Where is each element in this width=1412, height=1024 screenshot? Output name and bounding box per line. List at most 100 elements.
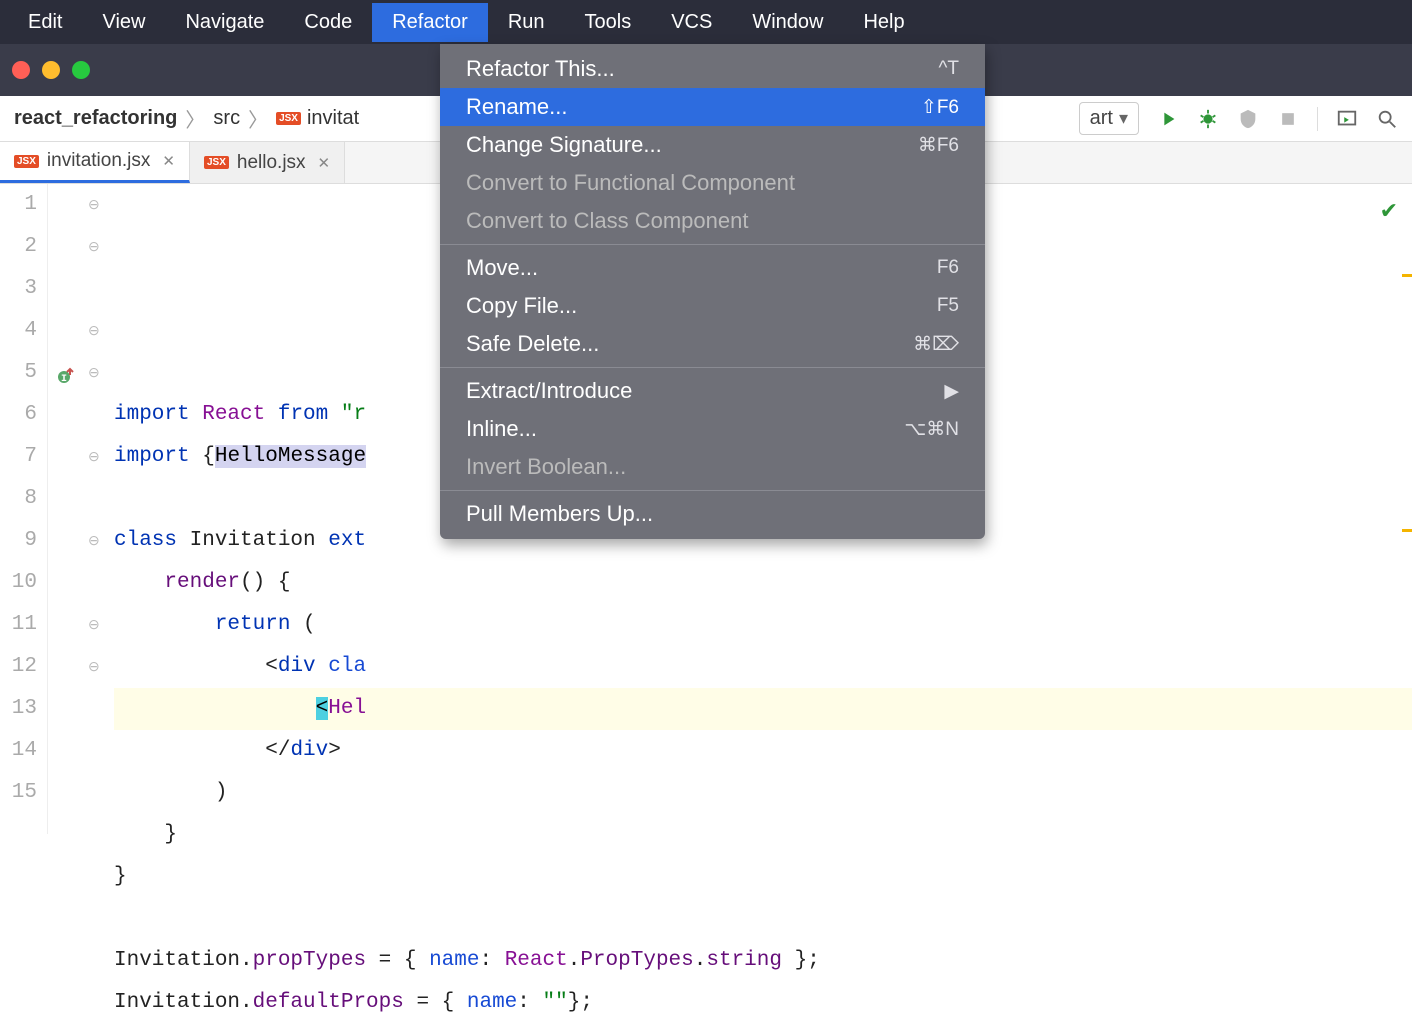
line-number[interactable]: 1 [0, 184, 37, 226]
fold-minus-icon: ⊖ [88, 368, 100, 380]
line-number[interactable]: 4 [0, 310, 37, 352]
menu-item-label: Safe Delete... [466, 331, 599, 357]
menu-item-change-signature[interactable]: Change Signature...⌘F6 [440, 126, 985, 164]
run-config-selector[interactable]: art ▾ [1079, 102, 1139, 135]
fold-minus-icon: ⊖ [88, 326, 100, 338]
run-button[interactable] [1157, 108, 1179, 130]
menu-window[interactable]: Window [732, 3, 843, 42]
window-zoom-button[interactable] [72, 61, 90, 79]
line-number[interactable]: 8 [0, 478, 37, 520]
separator [1317, 107, 1318, 131]
code-line[interactable]: Invitation.propTypes = { name: React.Pro… [114, 940, 1412, 982]
menu-edit[interactable]: Edit [8, 3, 82, 42]
inspection-status-icon[interactable]: ✔ [1380, 192, 1398, 234]
menu-code[interactable]: Code [284, 3, 372, 42]
search-button[interactable] [1376, 108, 1398, 130]
code-line[interactable] [114, 898, 1412, 940]
menu-navigate[interactable]: Navigate [165, 3, 284, 42]
fold-handle[interactable]: ⊖ [88, 436, 108, 478]
warning-marker[interactable] [1402, 529, 1412, 532]
line-number[interactable]: 2 [0, 226, 37, 268]
menu-item-safe-delete[interactable]: Safe Delete... ⌘⌦ [440, 325, 985, 363]
fold-handle [88, 562, 108, 604]
menu-help[interactable]: Help [843, 3, 924, 42]
fold-handle[interactable]: ⊖ [88, 646, 108, 688]
line-number[interactable]: 6 [0, 394, 37, 436]
debug-button[interactable] [1197, 108, 1219, 130]
menu-tools[interactable]: Tools [565, 3, 652, 42]
fold-handle [88, 478, 108, 520]
breadcrumb-project[interactable]: react_refactoring [14, 107, 177, 130]
menu-item-extract-introduce[interactable]: Extract/Introduce▶ [440, 372, 985, 410]
fold-handle[interactable]: ⊖ [88, 184, 108, 226]
chevron-right-icon: 〉 [185, 104, 205, 133]
breadcrumb-file[interactable]: JSX invitat [276, 107, 359, 130]
line-number[interactable]: 9 [0, 520, 37, 562]
jsx-file-icon: JSX [14, 155, 39, 168]
code-line[interactable]: Invitation.defaultProps = { name: ""}; [114, 982, 1412, 1024]
override-marker-icon[interactable]: I [56, 360, 76, 380]
code-line[interactable]: return ( [114, 604, 1412, 646]
menu-item-pull-members-up[interactable]: Pull Members Up... [440, 495, 985, 533]
menu-vcs[interactable]: VCS [651, 3, 732, 42]
line-number[interactable]: 7 [0, 436, 37, 478]
stop-button[interactable] [1277, 108, 1299, 130]
code-line[interactable]: } [114, 814, 1412, 856]
close-icon[interactable]: ✕ [162, 152, 175, 170]
fold-handle[interactable]: ⊖ [88, 226, 108, 268]
warning-marker[interactable] [1402, 274, 1412, 277]
line-number[interactable]: 14 [0, 730, 37, 772]
jsx-file-icon: JSX [276, 112, 301, 125]
menu-item-refactor-this[interactable]: Refactor This...^T [440, 50, 985, 88]
line-number[interactable]: 11 [0, 604, 37, 646]
fold-handle [88, 688, 108, 730]
menu-item-convert-to-functional-component: Convert to Functional Component [440, 164, 985, 202]
menu-item-label: Convert to Class Component [466, 208, 748, 234]
refactor-menu-dropdown: Refactor This...^TRename...⇧F6Change Sig… [440, 44, 985, 539]
line-number[interactable]: 5 [0, 352, 37, 394]
fold-minus-icon: ⊖ [88, 620, 100, 632]
code-line[interactable]: render() { [114, 562, 1412, 604]
coverage-window-button[interactable] [1336, 108, 1358, 130]
menu-shortcut: ^T [938, 58, 959, 80]
fold-handle[interactable]: ⊖ [88, 310, 108, 352]
menu-item-rename[interactable]: Rename...⇧F6 [440, 88, 985, 126]
line-number[interactable]: 3 [0, 268, 37, 310]
menu-view[interactable]: View [82, 3, 165, 42]
tab-invitation-jsx[interactable]: JSXinvitation.jsx✕ [0, 142, 190, 183]
run-config-label: art [1090, 107, 1113, 130]
menu-item-label: Inline... [466, 416, 537, 442]
menu-item-move[interactable]: Move...F6 [440, 249, 985, 287]
menu-separator [440, 367, 985, 368]
fold-minus-icon: ⊖ [88, 536, 100, 548]
window-close-button[interactable] [12, 61, 30, 79]
tab-hello-jsx[interactable]: JSXhello.jsx✕ [190, 142, 345, 183]
chevron-right-icon: 〉 [248, 104, 268, 133]
menu-item-label: Extract/Introduce [466, 378, 632, 404]
menu-shortcut: F6 [937, 257, 959, 279]
menu-shortcut: ⇧F6 [921, 96, 959, 119]
menu-item-label: Change Signature... [466, 132, 662, 158]
fold-handle[interactable]: ⊖ [88, 352, 108, 394]
code-line[interactable]: ) [114, 772, 1412, 814]
menu-refactor[interactable]: Refactor [372, 3, 488, 42]
fold-handle[interactable]: ⊖ [88, 604, 108, 646]
menu-shortcut: ⌘⌦ [913, 333, 959, 356]
line-number[interactable]: 10 [0, 562, 37, 604]
menu-item-copy-file[interactable]: Copy File...F5 [440, 287, 985, 325]
line-number[interactable]: 13 [0, 688, 37, 730]
code-line[interactable]: <div cla [114, 646, 1412, 688]
window-minimize-button[interactable] [42, 61, 60, 79]
line-number[interactable]: 12 [0, 646, 37, 688]
menu-run[interactable]: Run [488, 3, 565, 42]
close-icon[interactable]: ✕ [318, 154, 331, 172]
menu-item-inline[interactable]: Inline...⌥⌘N [440, 410, 985, 448]
line-number[interactable]: 15 [0, 772, 37, 814]
code-line[interactable]: } [114, 856, 1412, 898]
menu-item-label: Copy File... [466, 293, 577, 319]
breadcrumb-folder[interactable]: src [213, 107, 240, 130]
code-line[interactable]: <Hel [114, 688, 1412, 730]
coverage-button[interactable] [1237, 108, 1259, 130]
code-line[interactable]: </div> [114, 730, 1412, 772]
fold-handle[interactable]: ⊖ [88, 520, 108, 562]
